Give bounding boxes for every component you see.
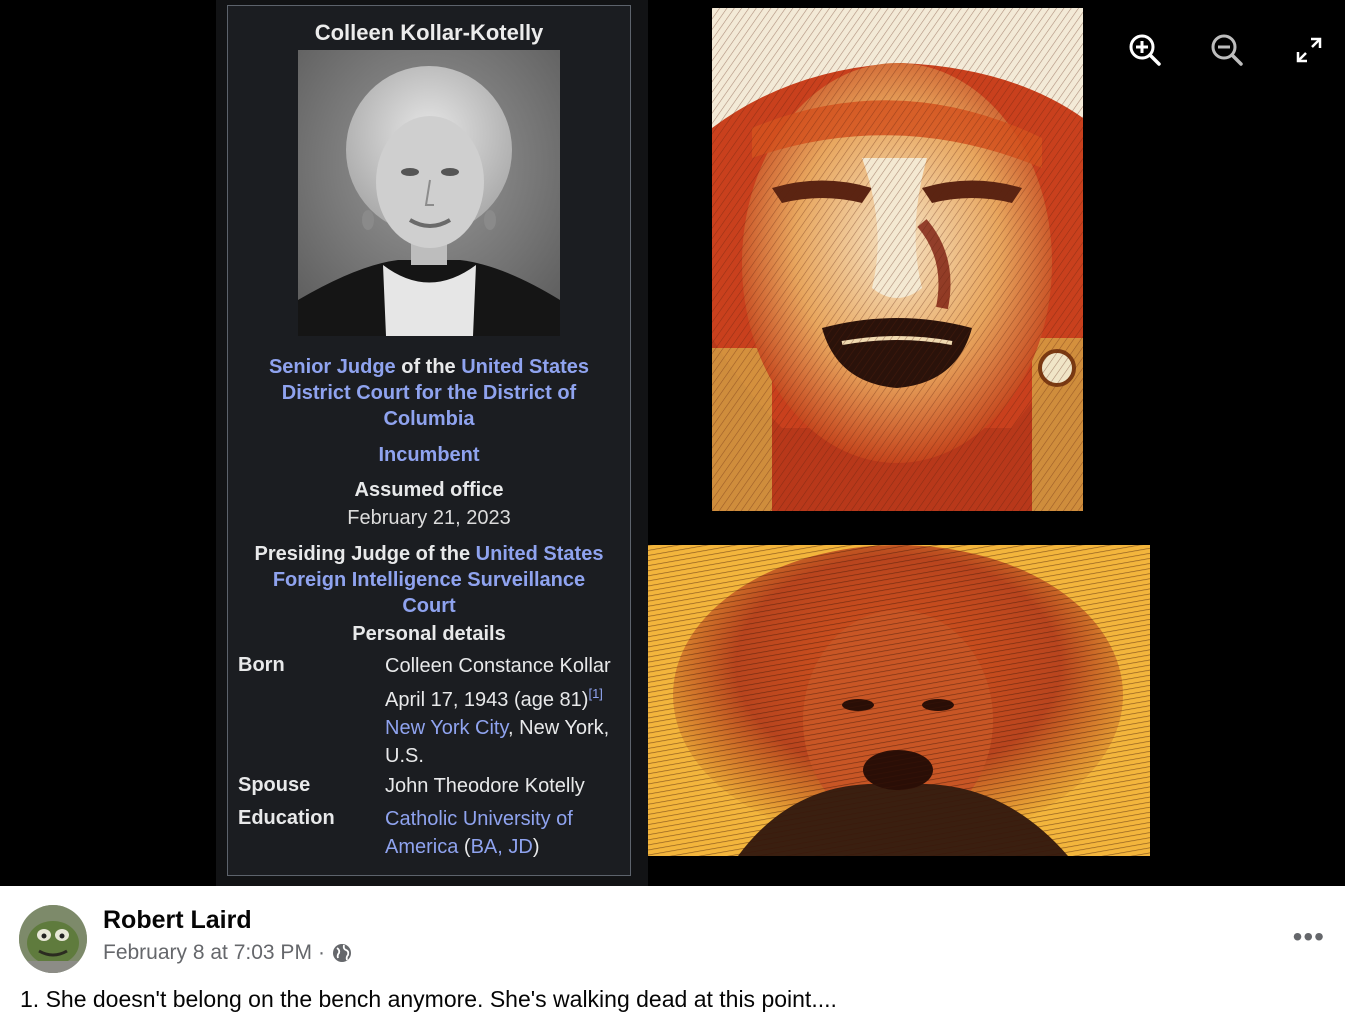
globe-icon bbox=[332, 944, 351, 962]
avatar[interactable] bbox=[19, 905, 87, 973]
zoom-out-button[interactable] bbox=[1207, 30, 1247, 70]
catholic-university-link-line-1[interactable]: Catholic University of bbox=[385, 805, 630, 833]
office-line-1: Senior Judge of the United States bbox=[228, 354, 630, 380]
infobox-title: Colleen Kollar-Kotelly bbox=[314, 20, 544, 45]
post-caption: 1. She doesn't belong on the bench anymo… bbox=[20, 986, 837, 1012]
born-label: Born bbox=[238, 654, 285, 676]
wiki-infobox: Colleen Kollar-Kotelly Senior Judge of t… bbox=[227, 5, 631, 876]
post-footer: Robert Laird February 8 at 7:03 PM · •••… bbox=[0, 886, 1345, 1029]
stylized-portrait-bottom bbox=[648, 545, 1150, 856]
education-line-2: America (BA, JD) bbox=[385, 833, 630, 861]
incumbent-label: Incumbent bbox=[378, 444, 480, 466]
education-close-paren: ) bbox=[532, 836, 540, 858]
zoom-out-icon bbox=[1211, 34, 1243, 66]
district-court-link-line-2[interactable]: District Court for the District of bbox=[228, 380, 630, 406]
infobox-screenshot: Colleen Kollar-Kotelly Senior Judge of t… bbox=[216, 0, 648, 886]
born-place-rest: , New York, bbox=[508, 717, 610, 739]
district-court-link-line-3[interactable]: Columbia bbox=[228, 406, 630, 432]
fullscreen-button[interactable] bbox=[1289, 30, 1329, 70]
photo-viewer: Colleen Kollar-Kotelly Senior Judge of t… bbox=[0, 0, 1345, 886]
office-text: of the bbox=[395, 356, 462, 378]
citation-link[interactable]: [1] bbox=[588, 686, 602, 701]
author-name[interactable]: Robert Laird bbox=[103, 906, 252, 935]
born-value: Colleen Constance Kollar April 17, 1943 … bbox=[385, 652, 630, 770]
office-2-line-1: Presiding Judge of the United States bbox=[228, 541, 630, 567]
born-name: Colleen Constance Kollar bbox=[385, 655, 611, 677]
born-place-line: New York City, New York, bbox=[385, 714, 630, 742]
portrait-photo bbox=[298, 50, 560, 336]
spouse-label: Spouse bbox=[238, 774, 311, 796]
fisc-link-line-3[interactable]: Court bbox=[228, 593, 630, 619]
education-open-paren: ( bbox=[458, 836, 471, 858]
senior-judge-link[interactable]: Senior Judge bbox=[269, 356, 396, 378]
born-date: April 17, 1943 (age 81) bbox=[385, 689, 589, 711]
stylized-portrait-top bbox=[712, 8, 1083, 511]
viewer-controls bbox=[1125, 30, 1345, 70]
zoom-in-button[interactable] bbox=[1125, 30, 1165, 70]
spouse-value: John Theodore Kotelly bbox=[385, 775, 585, 797]
united-states-link[interactable]: United States bbox=[461, 356, 589, 378]
assumed-office-label: Assumed office bbox=[354, 479, 504, 501]
more-options-button[interactable]: ••• bbox=[1293, 921, 1325, 953]
catholic-university-link-line-2[interactable]: America bbox=[385, 836, 458, 858]
united-states-link-2[interactable]: United States bbox=[476, 543, 604, 565]
fisc-link-line-2[interactable]: Foreign Intelligence Surveillance bbox=[228, 567, 630, 593]
post-meta: February 8 at 7:03 PM · bbox=[103, 941, 353, 965]
education-value: Catholic University of America (BA, JD) bbox=[385, 805, 630, 861]
presiding-judge-text: Presiding Judge of the bbox=[254, 543, 476, 565]
post-timestamp[interactable]: February 8 at 7:03 PM bbox=[103, 941, 312, 965]
personal-details-heading: Personal details bbox=[352, 623, 506, 645]
new-york-city-link[interactable]: New York City bbox=[385, 717, 508, 739]
born-country: U.S. bbox=[385, 745, 424, 767]
zoom-in-icon bbox=[1129, 34, 1161, 66]
assumed-office-date: February 21, 2023 bbox=[347, 507, 511, 529]
degrees-link[interactable]: BA, JD bbox=[471, 836, 533, 858]
born-date-line: April 17, 1943 (age 81)[1] bbox=[385, 680, 630, 714]
expand-icon bbox=[1296, 37, 1322, 63]
meta-separator: · bbox=[317, 941, 325, 964]
education-label: Education bbox=[238, 807, 335, 829]
